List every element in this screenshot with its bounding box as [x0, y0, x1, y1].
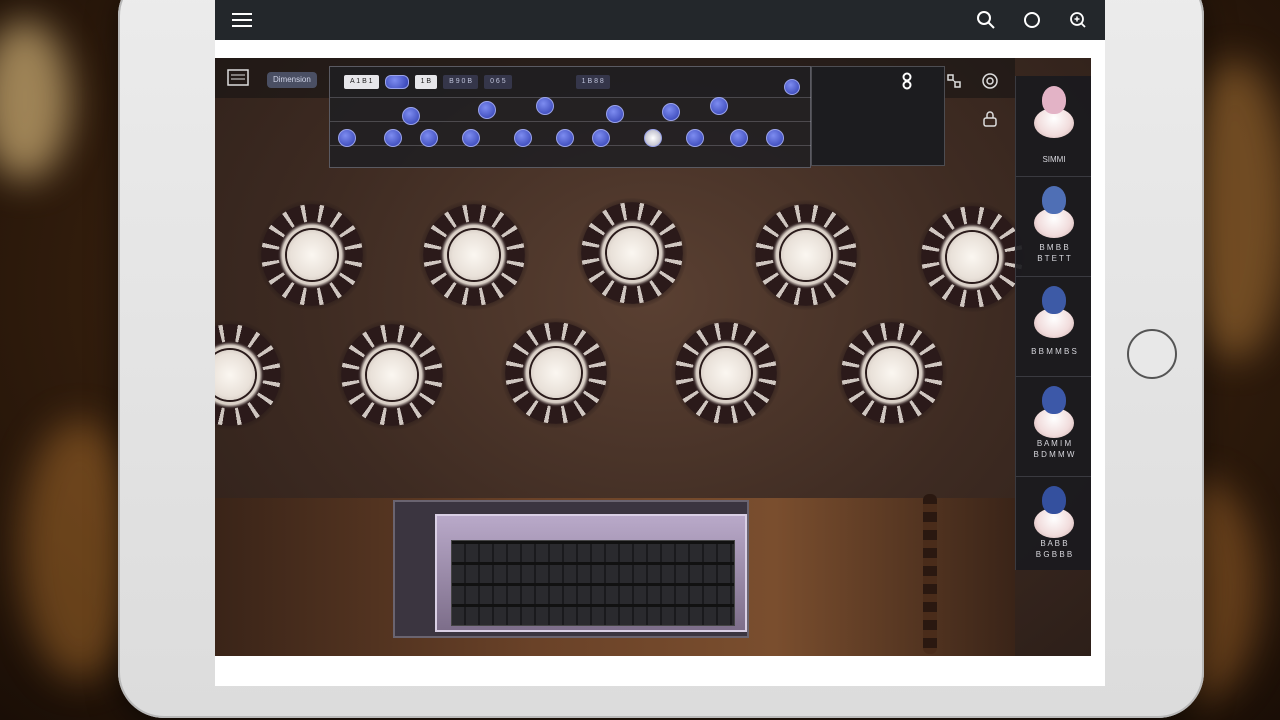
seat-marker[interactable]	[710, 97, 728, 115]
seat-toggle-icon[interactable]	[384, 75, 409, 89]
guest-label: B B M M B S	[1031, 347, 1077, 356]
stage-surface	[435, 514, 747, 632]
grid-line	[330, 97, 812, 98]
seat-marker-selected[interactable]	[644, 129, 662, 147]
round-table[interactable]	[577, 198, 687, 308]
round-table[interactable]	[257, 200, 367, 310]
seat-marker[interactable]	[462, 129, 480, 147]
floorplan-viewport[interactable]: Dimension A 1 B 1 1 B B 9 0 B 0 6 5 1 B …	[215, 58, 1091, 656]
seat-marker[interactable]	[662, 103, 680, 121]
seat-marker[interactable]	[556, 129, 574, 147]
seat-marker[interactable]	[402, 107, 420, 125]
seat-marker[interactable]	[730, 129, 748, 147]
seat-tag[interactable]: 1 B 8 8	[575, 75, 610, 89]
round-table[interactable]	[671, 318, 781, 428]
seating-chart-panel[interactable]: A 1 B 1 1 B B 9 0 B 0 6 5 1 B 8 8	[329, 66, 812, 168]
seat-marker[interactable]	[384, 129, 402, 147]
seat-marker[interactable]	[514, 129, 532, 147]
layers-icon[interactable]	[227, 68, 249, 93]
round-table[interactable]	[917, 202, 1027, 312]
round-table[interactable]	[837, 318, 947, 428]
seat-tag[interactable]: B 9 0 B	[443, 75, 479, 89]
seat-marker[interactable]	[766, 129, 784, 147]
guest-item[interactable]: SIMMI	[1016, 76, 1091, 177]
seat-marker[interactable]	[420, 129, 438, 147]
guest-label: B A B B B G B B B	[1035, 539, 1073, 559]
round-table[interactable]	[337, 320, 447, 430]
decor-post	[923, 494, 937, 654]
stage-platform[interactable]	[393, 500, 749, 638]
seat-tag[interactable]: 1 B	[414, 75, 438, 89]
lock-icon[interactable]	[981, 110, 999, 133]
guest-avatar	[1034, 186, 1074, 242]
control-console[interactable]	[451, 540, 735, 626]
seat-marker[interactable]	[478, 101, 496, 119]
guest-label: SIMMI	[1042, 155, 1066, 164]
dimension-button[interactable]: Dimension	[267, 72, 317, 88]
home-button[interactable]	[1127, 329, 1177, 379]
round-table[interactable]	[419, 200, 529, 310]
layout-icon[interactable]	[945, 72, 963, 95]
guest-item[interactable]: B A M I M B D M M W	[1016, 376, 1091, 477]
seat-marker[interactable]	[536, 97, 554, 115]
guest-item[interactable]: B M B B B T E T T	[1016, 176, 1091, 277]
top-app-bar	[215, 0, 1105, 40]
seat-panel-tags: A 1 B 1 1 B B 9 0 B 0 6 5 1 B 8 8	[344, 75, 610, 89]
seat-marker[interactable]	[784, 79, 800, 95]
guest-item[interactable]: B A B B B G B B B	[1016, 476, 1091, 576]
seat-marker[interactable]	[338, 129, 356, 147]
round-table[interactable]	[501, 318, 611, 428]
overview-block	[811, 66, 945, 166]
target-icon[interactable]	[981, 72, 999, 95]
grid-line	[330, 121, 812, 122]
grid-icon[interactable]	[899, 72, 915, 95]
guest-avatar	[1034, 386, 1074, 442]
seat-marker[interactable]	[592, 129, 610, 147]
guest-avatar	[1034, 286, 1074, 342]
round-table[interactable]	[215, 320, 285, 430]
seat-tag[interactable]: 0 6 5	[484, 75, 512, 89]
seat-marker[interactable]	[606, 105, 624, 123]
guest-label: B A M I M B D M M W	[1033, 439, 1075, 459]
round-table[interactable]	[751, 200, 861, 310]
seat-tag[interactable]: A 1 B 1	[344, 75, 379, 89]
guest-item[interactable]: B B M M B S	[1016, 276, 1091, 377]
circle-icon[interactable]	[1019, 7, 1045, 33]
topbar-actions	[973, 7, 1091, 33]
guest-avatar	[1034, 486, 1074, 542]
guest-avatar	[1034, 86, 1074, 142]
seat-marker[interactable]	[686, 129, 704, 147]
guest-side-panel: SIMMI B M B B B T E T T B B M M B S B A …	[1015, 76, 1091, 570]
zoom-in-icon[interactable]	[1065, 7, 1091, 33]
tablet-screen: Dimension A 1 B 1 1 B B 9 0 B 0 6 5 1 B …	[215, 0, 1105, 686]
hamburger-icon[interactable]	[229, 7, 255, 33]
guest-label: B M B B B T E T T	[1037, 243, 1071, 263]
background-light	[0, 20, 70, 180]
search-icon[interactable]	[973, 7, 999, 33]
